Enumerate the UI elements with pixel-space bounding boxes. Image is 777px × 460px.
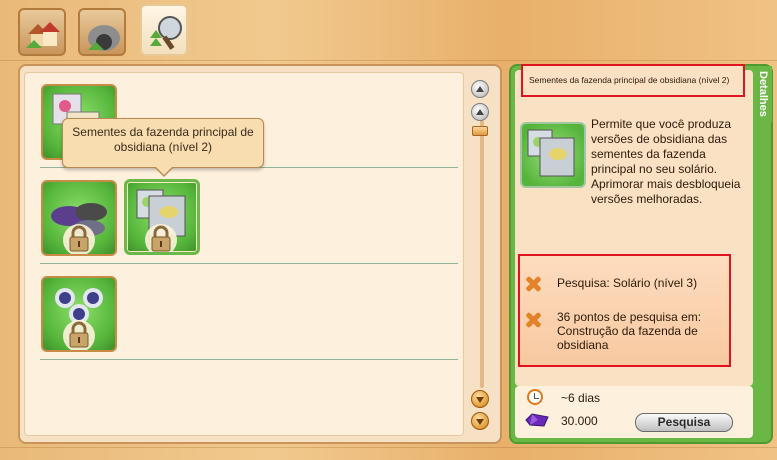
unmet-requirement-icon xyxy=(524,275,542,293)
lock-icon xyxy=(63,224,95,254)
research-time: ~6 dias xyxy=(561,391,601,405)
tab-decorations[interactable] xyxy=(78,8,126,56)
cave-icon xyxy=(88,25,120,51)
details-item-image xyxy=(520,122,586,188)
lock-icon xyxy=(145,224,177,252)
details-description: Permite que você produza versões de obsi… xyxy=(591,117,741,206)
scroll-up-button[interactable] xyxy=(471,103,489,121)
row-divider xyxy=(40,263,458,264)
research-cost: 30.000 xyxy=(561,414,598,428)
obsidian-gem-icon xyxy=(525,413,549,427)
farm-buildings-icon xyxy=(26,22,60,48)
research-item-obsidian-fruit[interactable] xyxy=(41,276,117,352)
tooltip-arrow-fill xyxy=(156,167,172,175)
research-item-obsidian-seeds[interactable] xyxy=(41,180,117,256)
scrollbar-track[interactable] xyxy=(480,120,484,388)
seed-packets-icon xyxy=(527,129,575,177)
scroll-top-button[interactable] xyxy=(471,80,489,98)
tab-buildings[interactable] xyxy=(18,8,66,56)
details-title: Sementes da fazenda principal de obsidia… xyxy=(521,64,745,97)
research-item-obsidian-seed-packets[interactable] xyxy=(124,179,200,255)
row-divider xyxy=(40,359,458,360)
clock-icon xyxy=(527,389,543,405)
item-tooltip: Sementes da fazenda principal de obsidia… xyxy=(62,118,264,168)
lock-icon xyxy=(63,320,95,350)
research-button[interactable]: Pesquisa xyxy=(635,413,733,432)
requirement-points: 36 pontos de pesquisa em: Construção da … xyxy=(557,310,702,352)
scroll-down-button[interactable] xyxy=(471,390,489,408)
details-tab-label: Detalhes xyxy=(757,71,769,117)
tab-research[interactable] xyxy=(140,4,188,56)
requirement-research: Pesquisa: Solário (nível 3) xyxy=(557,276,698,290)
scroll-bottom-button[interactable] xyxy=(471,412,489,430)
research-tools-icon xyxy=(150,16,182,50)
unmet-requirement-icon xyxy=(524,311,542,329)
scrollbar-thumb[interactable] xyxy=(472,126,488,136)
